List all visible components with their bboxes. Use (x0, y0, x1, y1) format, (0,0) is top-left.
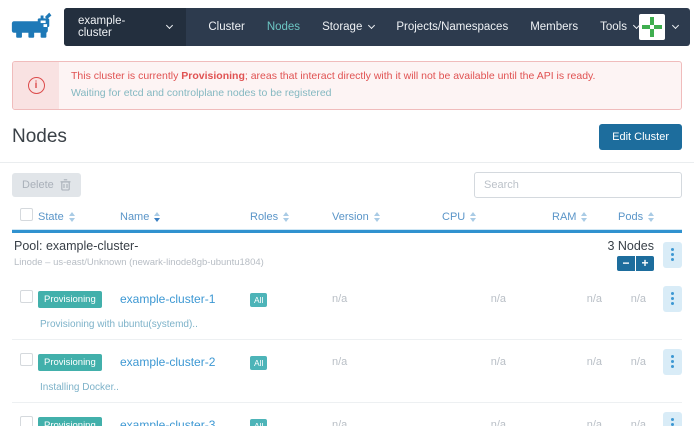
main-navbar: example-cluster Cluster Nodes Storage Pr… (64, 8, 690, 46)
column-header-state[interactable]: State (38, 211, 120, 223)
sort-icon (154, 212, 160, 222)
pool-title: Pool: example-cluster- (14, 239, 264, 253)
delete-button[interactable]: Delete (12, 173, 81, 197)
table-row: Provisioning example-cluster-1 All n/a n… (12, 277, 682, 340)
sort-icon (69, 212, 75, 222)
ram-cell: n/a (552, 356, 608, 368)
scale-up-button[interactable]: + (636, 256, 654, 271)
top-bar: example-cluster Cluster Nodes Storage Pr… (0, 0, 694, 48)
sort-icon (581, 212, 587, 222)
node-status-text: Provisioning with ubuntu(systemd).. (12, 312, 682, 340)
alert-line1: This cluster is currently Provisioning; … (71, 68, 595, 85)
column-header-name[interactable]: Name (120, 211, 250, 223)
nav-items: Cluster Nodes Storage Projects/Namespace… (186, 21, 639, 33)
alert-message: This cluster is currently Provisioning; … (59, 62, 607, 109)
row-checkbox[interactable] (20, 416, 33, 426)
node-status-text: Installing Docker.. (12, 375, 682, 403)
user-avatar-identicon (639, 14, 665, 40)
delete-button-label: Delete (22, 179, 54, 191)
row-menu-button[interactable] (663, 349, 682, 375)
table-body: Provisioning example-cluster-1 All n/a n… (12, 277, 682, 426)
ram-cell: n/a (552, 419, 608, 426)
pods-cell: n/a (608, 293, 654, 305)
sort-icon (283, 212, 289, 222)
nav-item-projects-namespaces[interactable]: Projects/Namespaces (396, 21, 508, 33)
nav-item-tools[interactable]: Tools (600, 21, 639, 33)
select-all-cell (12, 208, 38, 226)
column-header-roles[interactable]: Roles (250, 211, 332, 223)
nav-item-members[interactable]: Members (530, 21, 578, 33)
page-title: Nodes (12, 126, 67, 148)
table-header-row: State Name Roles Version CPU RAM Pods (12, 206, 682, 230)
nav-item-nodes[interactable]: Nodes (267, 21, 300, 33)
row-menu-button[interactable] (663, 286, 682, 312)
rancher-bull-icon (9, 11, 55, 43)
role-badge: All (250, 356, 267, 370)
pods-cell: n/a (608, 356, 654, 368)
search-input[interactable] (474, 172, 682, 198)
row-checkbox[interactable] (20, 290, 33, 303)
nav-item-cluster[interactable]: Cluster (208, 21, 244, 33)
node-name-link[interactable]: example-cluster-2 (120, 355, 215, 369)
pool-group-row: Pool: example-cluster- Linode – us-east/… (12, 230, 682, 277)
column-header-version[interactable]: Version (332, 211, 442, 223)
state-badge: Provisioning (38, 291, 102, 308)
sort-icon (648, 212, 654, 222)
sort-icon (470, 212, 476, 222)
state-badge: Provisioning (38, 417, 102, 426)
nodes-table: State Name Roles Version CPU RAM Pods Po… (12, 206, 682, 426)
version-cell: n/a (332, 293, 442, 305)
pool-subtitle: Linode – us-east/Unknown (newark-linode8… (14, 257, 264, 268)
cpu-cell: n/a (442, 356, 552, 368)
state-badge: Provisioning (38, 354, 102, 371)
cpu-cell: n/a (442, 419, 552, 426)
column-header-cpu[interactable]: CPU (442, 211, 552, 223)
select-all-checkbox[interactable] (20, 208, 33, 221)
provisioning-alert-banner: i This cluster is currently Provisioning… (12, 61, 682, 110)
alert-line2: Waiting for etcd and controlplane nodes … (71, 85, 595, 102)
trash-icon (60, 179, 71, 191)
pool-controls: 3 Nodes − + (607, 239, 682, 271)
alert-info-icon: i (28, 77, 45, 94)
table-row: Provisioning example-cluster-3 All n/a n… (12, 403, 682, 426)
pods-cell: n/a (608, 419, 654, 426)
alert-icon-cell: i (13, 62, 59, 109)
pool-menu-button[interactable] (663, 242, 682, 268)
pool-info: Pool: example-cluster- Linode – us-east/… (14, 239, 264, 271)
scale-buttons: − + (607, 256, 654, 271)
cluster-selector-dropdown[interactable]: example-cluster (64, 8, 186, 46)
role-badge: All (250, 419, 267, 426)
row-checkbox[interactable] (20, 353, 33, 366)
table-row: Provisioning example-cluster-2 All n/a n… (12, 340, 682, 403)
cluster-selector-label: example-cluster (78, 15, 158, 39)
scale-down-button[interactable]: − (617, 256, 635, 271)
column-header-pods[interactable]: Pods (608, 211, 654, 223)
version-cell: n/a (332, 419, 442, 426)
chevron-down-icon (166, 22, 173, 29)
pool-node-count: 3 Nodes (607, 239, 654, 253)
column-header-ram[interactable]: RAM (552, 211, 608, 223)
ram-cell: n/a (552, 293, 608, 305)
sort-icon (374, 212, 380, 222)
role-badge: All (250, 293, 267, 307)
chevron-down-icon (672, 22, 679, 29)
node-name-link[interactable]: example-cluster-3 (120, 418, 215, 426)
user-menu[interactable] (639, 14, 690, 40)
rancher-logo[interactable] (0, 8, 64, 46)
version-cell: n/a (332, 356, 442, 368)
pool-scale: 3 Nodes − + (607, 239, 654, 271)
cpu-cell: n/a (442, 293, 552, 305)
nav-item-storage[interactable]: Storage (322, 21, 374, 33)
page-header: Nodes Edit Cluster (0, 110, 694, 150)
edit-cluster-button[interactable]: Edit Cluster (599, 124, 682, 150)
row-menu-button[interactable] (663, 412, 682, 426)
node-name-link[interactable]: example-cluster-1 (120, 292, 215, 306)
table-toolbar: Delete (0, 163, 694, 206)
chevron-down-icon (368, 22, 375, 29)
